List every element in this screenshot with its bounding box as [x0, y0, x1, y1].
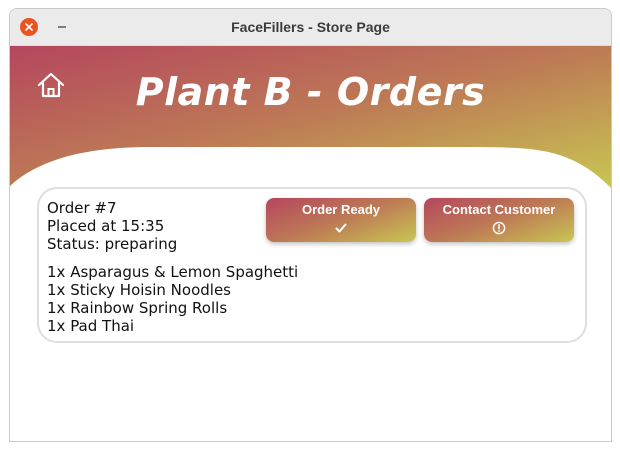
title-bar: FaceFillers - Store Page: [10, 9, 611, 46]
contact-customer-button[interactable]: Contact Customer: [424, 198, 574, 242]
contact-customer-label: Contact Customer: [442, 202, 556, 217]
alert-circle-icon: [492, 221, 506, 235]
order-number: Order #7: [47, 199, 117, 217]
close-icon: [25, 23, 33, 31]
order-item: 1x Asparagus & Lemon Spaghetti: [47, 263, 299, 281]
order-item: 1x Rainbow Spring Rolls: [47, 299, 228, 317]
order-items-list: 1x Asparagus & Lemon Spaghetti 1x Sticky…: [47, 263, 298, 335]
app-window: FaceFillers - Store Page Plant B - Order…: [9, 8, 612, 442]
order-item: 1x Sticky Hoisin Noodles: [47, 281, 231, 299]
page-header: Plant B - Orders: [10, 46, 611, 191]
order-ready-button[interactable]: Order Ready: [266, 198, 416, 242]
order-meta: Order #7 Placed at 15:35 Status: prepari…: [47, 199, 177, 253]
checkmark-icon: [335, 223, 347, 233]
window-title: FaceFillers - Store Page: [231, 19, 390, 35]
order-status: Status: preparing: [47, 235, 178, 253]
minimize-icon: [58, 26, 66, 28]
order-ready-label: Order Ready: [301, 202, 381, 217]
page-title: Plant B - Orders: [135, 70, 486, 114]
window-minimize-button[interactable]: [54, 15, 70, 37]
order-card: Order #7 Placed at 15:35 Status: prepari…: [37, 187, 587, 343]
window-close-button[interactable]: [20, 18, 38, 36]
header-background: [10, 46, 611, 188]
order-item: 1x Pad Thai: [47, 317, 135, 335]
order-placed-time: Placed at 15:35: [47, 217, 165, 235]
